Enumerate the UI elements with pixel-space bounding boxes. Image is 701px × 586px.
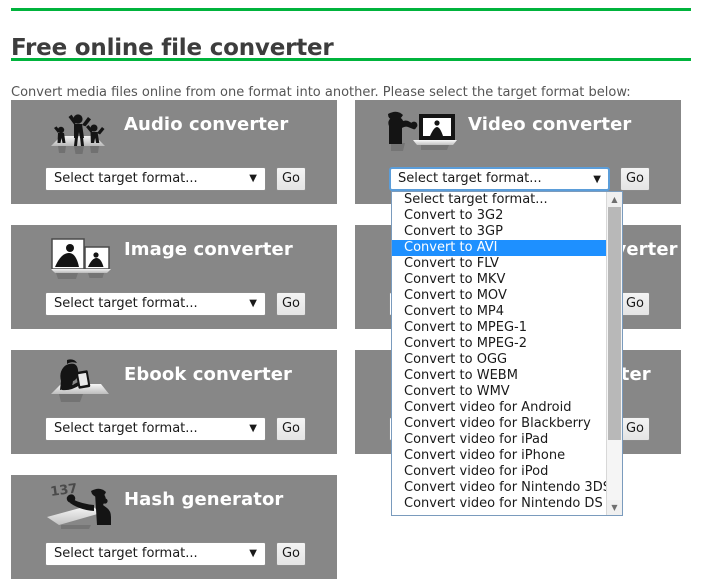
scrollbar-thumb[interactable] [608,207,621,440]
dropdown-option[interactable]: Convert video for Nintendo 3DS [392,480,611,496]
chevron-down-icon: ▼ [249,423,257,434]
card-header: Video converter [355,100,681,156]
card-header: Image converter [11,225,337,281]
dropdown-option[interactable]: Convert to MKV [392,272,607,288]
dropdown-options: Select target format... Convert to 3G2 Con… [392,192,611,512]
go-button-audio[interactable]: Go [276,167,306,191]
dropdown-option[interactable]: Convert video for iPad [392,432,607,448]
select-target-format-image[interactable]: Select target format... ▼ [45,292,266,316]
dropdown-option[interactable]: Convert to MP4 [392,304,607,320]
select-value: Select target format... [54,421,198,436]
dropdown-option[interactable]: Convert to 3G2 [392,208,607,224]
chevron-down-icon: ▼ [249,298,257,309]
accent-rule-top [11,8,691,11]
dropdown-option[interactable]: Select target format... [392,192,607,208]
accent-rule-bottom [11,58,691,61]
hash-blackboard-icon: 137 [39,483,117,531]
video-camera-monitor-icon [383,108,461,156]
dropdown-option[interactable]: Convert to MPEG-2 [392,336,607,352]
card-hash-generator: 137 Hash generator Select target format.… [11,475,337,579]
select-value: Select target format... [398,171,542,186]
card-audio-converter: Audio converter Select target format... … [11,100,337,204]
card-title: Video converter [468,114,632,135]
select-value: Select target format... [54,546,198,561]
card-title: Image converter [124,239,293,260]
go-button-hash[interactable]: Go [276,542,306,566]
dropdown-option[interactable]: Convert video for Nintendo DS [392,496,607,512]
dropdown-scrollbar[interactable]: ▲ ▼ [606,192,622,515]
select-target-format-video[interactable]: Select target format... ▼ [389,167,610,191]
select-value: Select target format... [54,171,198,186]
card-ebook-converter: Ebook converter Select target format... … [11,350,337,454]
dropdown-option[interactable]: Convert to MPEG-1 [392,320,607,336]
select-target-format-ebook[interactable]: Select target format... ▼ [45,417,266,441]
card-header: 137 Hash generator [11,475,337,531]
scroll-down-arrow-icon[interactable]: ▼ [607,500,622,515]
go-button-ebook[interactable]: Go [276,417,306,441]
dropdown-option[interactable]: Convert video for iPhone [392,448,607,464]
dropdown-option[interactable]: Convert video for Android [392,400,607,416]
audio-dancers-icon [39,108,117,156]
card-title: Hash generator [124,489,284,510]
go-button-document[interactable]: Go [620,292,650,316]
go-button-image[interactable]: Go [276,292,306,316]
select-value: Select target format... [54,296,198,311]
ebook-reader-icon [39,358,117,406]
page-root: Free online file converter Convert media… [0,0,701,586]
card-header: Ebook converter [11,350,337,406]
dropdown-option[interactable]: Convert video for iPod [392,464,607,480]
go-button-archive[interactable]: Go [620,417,650,441]
go-button-video[interactable]: Go [620,167,650,191]
select-target-format-audio[interactable]: Select target format... ▼ [45,167,266,191]
dropdown-option[interactable]: Convert to OGG [392,352,607,368]
dropdown-option[interactable]: Convert to AVI [392,240,607,256]
dropdown-option[interactable]: Convert to FLV [392,256,607,272]
chevron-down-icon: ▼ [249,173,257,184]
chevron-down-icon: ▼ [593,174,601,185]
scroll-up-arrow-icon[interactable]: ▲ [607,192,622,207]
card-header: Audio converter [11,100,337,156]
dropdown-option[interactable]: Convert video for Blackberry [392,416,607,432]
dropdown-option[interactable]: Convert to MOV [392,288,607,304]
card-title: Audio converter [124,114,289,135]
dropdown-option[interactable]: Convert to 3GP [392,224,607,240]
chevron-down-icon: ▼ [249,548,257,559]
card-video-converter: Video converter Select target format... … [355,100,681,204]
intro-text: Convert media files online from one form… [11,85,631,100]
card-title: Ebook converter [124,364,293,385]
dropdown-option[interactable]: Convert to WMV [392,384,607,400]
select-target-format-hash[interactable]: Select target format... ▼ [45,542,266,566]
target-format-dropdown-list[interactable]: Select target format... Convert to 3G2 Con… [391,191,623,516]
image-frames-icon [39,233,117,281]
card-image-converter: Image converter Select target format... … [11,225,337,329]
dropdown-option[interactable]: Convert to WEBM [392,368,607,384]
